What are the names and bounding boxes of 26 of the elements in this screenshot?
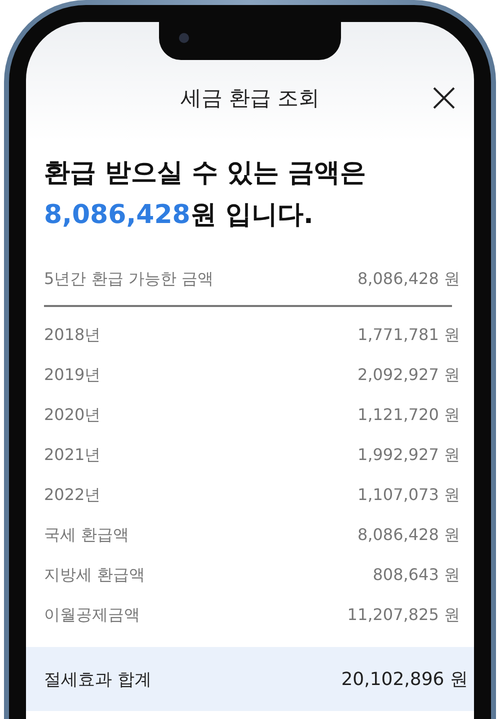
refund-amount: 8,086,428 xyxy=(44,199,190,232)
headline-text: 환급 받으실 수 있는 금액은 xyxy=(44,157,368,190)
camera-icon xyxy=(179,33,189,43)
row-label: 이월공제금액 xyxy=(44,604,140,626)
row-value: 1,992,927 원 xyxy=(357,444,460,466)
row-value: 808,643 원 xyxy=(372,564,460,586)
total-value: 20,102,896 원 xyxy=(341,668,468,691)
screen-title: 세금 환급 조회 xyxy=(180,85,320,112)
row-value: 8,086,428 원 xyxy=(357,268,460,290)
close-icon[interactable] xyxy=(432,86,456,110)
row-label: 2022년 xyxy=(44,484,101,506)
row-label: 2019년 xyxy=(44,364,101,386)
row-label: 지방세 환급액 xyxy=(44,564,146,586)
row-value: 1,771,781 원 xyxy=(357,324,460,346)
row-label: 5년간 환급 가능한 금액 xyxy=(44,268,214,290)
row-value: 1,121,720 원 xyxy=(357,404,460,426)
row-value: 8,086,428 원 xyxy=(357,524,460,546)
row-label: 2018년 xyxy=(44,324,101,346)
total-label: 절세효과 합계 xyxy=(44,668,152,690)
row-value: 2,092,927 원 xyxy=(357,364,460,386)
row-value: 11,207,825 원 xyxy=(347,604,460,626)
headline-suffix: 원 입니다. xyxy=(190,199,314,232)
row-label: 2021년 xyxy=(44,444,101,466)
row-label: 국세 환급액 xyxy=(44,524,130,546)
row-label: 2020년 xyxy=(44,404,101,426)
row-value: 1,107,073 원 xyxy=(357,484,460,506)
